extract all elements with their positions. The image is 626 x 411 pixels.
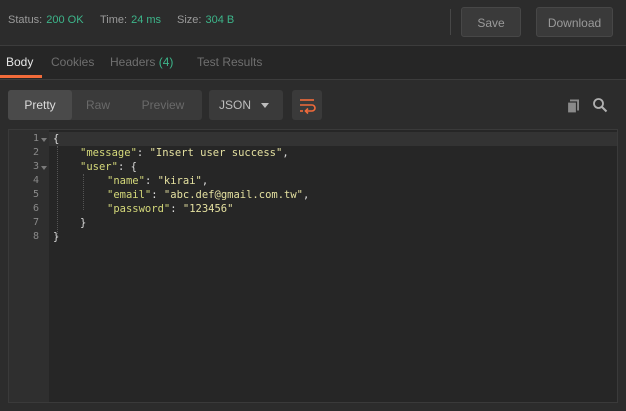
size-value[interactable]: 304 B: [205, 14, 234, 26]
headers-count-badge: (4): [158, 55, 174, 69]
line-number: 7: [32, 217, 39, 228]
json-key: "email": [107, 189, 152, 201]
search-icon[interactable]: [592, 97, 608, 113]
wrap-lines-button[interactable]: [292, 90, 322, 120]
json-key: "message": [80, 147, 137, 159]
active-tab-indicator: [0, 75, 42, 78]
tab-test-results[interactable]: Test Results: [197, 55, 262, 69]
format-dropdown-value: JSON: [219, 98, 252, 112]
code-line: "message": "Insert user success",: [80, 146, 289, 160]
size-label: Size:: [177, 14, 202, 26]
time-info: Time: 24 ms: [100, 14, 161, 26]
json-key: "password": [107, 203, 171, 215]
code-line: }: [53, 230, 59, 244]
wrap-lines-icon: [300, 99, 316, 115]
code-line: "email": "abc.def@gmail.com.tw",: [107, 188, 309, 202]
line-number: 3: [32, 161, 39, 172]
code-line: "user": {: [80, 160, 137, 174]
view-pretty-button[interactable]: Pretty: [8, 90, 72, 120]
code-token: :: [151, 189, 164, 201]
code-token: }: [53, 231, 60, 243]
code-token: }: [80, 217, 87, 229]
response-body-editor[interactable]: 1 2 3 4 5 6 7 8 { "message": "Insert use…: [8, 129, 618, 403]
tab-headers[interactable]: Headers (4): [110, 55, 173, 69]
view-preview-button[interactable]: Preview: [124, 90, 202, 120]
fold-arrow-icon[interactable]: [41, 166, 47, 170]
fold-arrow-icon[interactable]: [41, 138, 47, 142]
line-number-gutter: 1 2 3 4 5 6 7 8: [9, 130, 49, 402]
time-label: Time:: [100, 14, 128, 26]
tab-headers-label: Headers: [110, 55, 156, 69]
line-number: 8: [32, 231, 39, 242]
json-key: "name": [107, 175, 145, 187]
code-token: ,: [282, 147, 289, 159]
indent-guide: [83, 174, 85, 210]
line-number: 2: [32, 147, 39, 158]
code-token: :: [170, 203, 183, 215]
code-line: {: [49, 132, 617, 146]
json-string: "123456": [182, 203, 234, 215]
code-token: {: [130, 161, 137, 173]
line-number: 5: [32, 189, 39, 200]
json-string: "kirai": [157, 175, 202, 187]
code-token: ,: [201, 175, 209, 187]
status-value[interactable]: 200 OK: [46, 14, 83, 26]
copy-icon[interactable]: [566, 98, 582, 114]
code-token: ,: [303, 189, 310, 201]
divider: [0, 79, 626, 80]
response-status-bar: Status: 200 OK Time: 24 ms Size: 304 B Save…: [0, 0, 626, 44]
line-number: 1: [32, 133, 39, 144]
code-line: "name": "kirai",: [107, 174, 208, 188]
view-raw-button[interactable]: Raw: [72, 90, 124, 120]
line-number: 4: [32, 175, 39, 186]
json-string: "Insert user success": [149, 147, 283, 159]
code-token: :: [144, 175, 158, 187]
code-token: :: [136, 147, 150, 159]
chevron-down-icon: [261, 103, 269, 108]
status-label: Status:: [8, 14, 43, 26]
line-number: 6: [32, 203, 39, 214]
code-token: :: [117, 161, 131, 173]
size-info: Size: 304 B: [177, 14, 234, 26]
tab-body[interactable]: Body: [6, 55, 33, 69]
view-mode-selector: Pretty Raw Preview: [8, 90, 202, 120]
response-tabs: Body Cookies Headers (4) Test Results: [0, 46, 626, 79]
status-info: Status: 200 OK: [8, 14, 84, 26]
time-value[interactable]: 24 ms: [131, 14, 161, 26]
divider: [450, 9, 451, 35]
code-line: }: [80, 216, 86, 230]
json-string: "abc.def@gmail.com.tw": [163, 189, 303, 201]
tab-cookies[interactable]: Cookies: [51, 55, 94, 69]
indent-guide: [57, 146, 59, 238]
json-key: "user": [80, 161, 118, 173]
code-token: {: [53, 133, 60, 145]
code-line: "password": "123456": [107, 202, 233, 216]
download-button[interactable]: Download: [536, 7, 613, 37]
format-dropdown[interactable]: JSON: [209, 90, 283, 120]
save-button[interactable]: Save: [461, 7, 521, 37]
